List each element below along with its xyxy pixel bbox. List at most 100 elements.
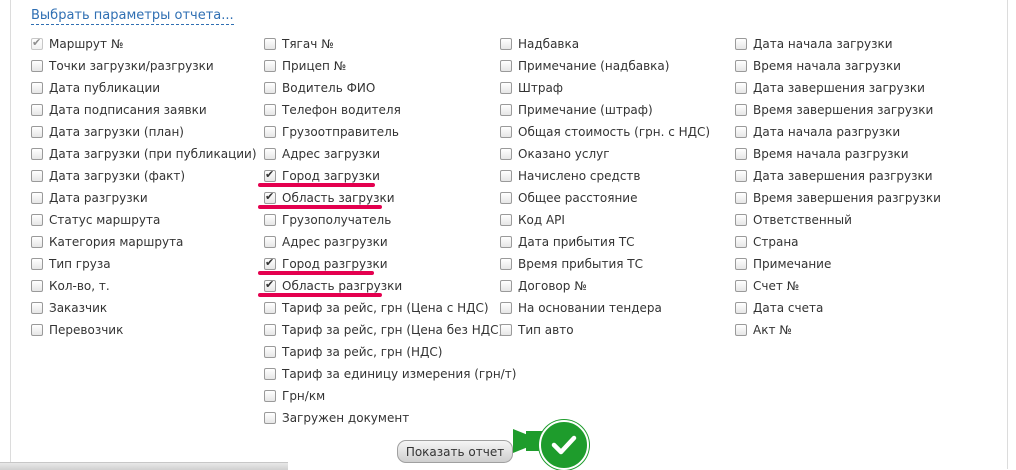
param-checkbox[interactable] <box>31 280 43 292</box>
param-option[interactable]: Грузоотправитель <box>264 121 516 143</box>
param-option[interactable]: Тариф за рейс, грн (НДС) <box>264 341 516 363</box>
param-option[interactable]: Дата завершения загрузки <box>735 77 941 99</box>
param-checkbox[interactable] <box>500 258 512 270</box>
param-option[interactable]: Страна <box>735 231 941 253</box>
param-checkbox[interactable] <box>500 324 512 336</box>
param-option[interactable]: Дата начала загрузки <box>735 33 941 55</box>
param-option[interactable]: Тариф за рейс, грн (Цена без НДС) <box>264 319 516 341</box>
param-checkbox[interactable] <box>735 258 747 270</box>
param-option[interactable]: Дата прибытия ТС <box>500 231 710 253</box>
param-checkbox[interactable] <box>735 126 747 138</box>
param-checkbox[interactable] <box>264 168 276 182</box>
param-option[interactable]: Оказано услуг <box>500 143 710 165</box>
param-option[interactable]: Примечание (штраф) <box>500 99 710 121</box>
param-option[interactable]: Общая стоимость (грн. с НДС) <box>500 121 710 143</box>
param-option[interactable]: Время начала разгрузки <box>735 143 941 165</box>
param-option[interactable]: Тягач № <box>264 33 516 55</box>
param-option[interactable]: Начислено средств <box>500 165 710 187</box>
param-option[interactable]: Загружен документ <box>264 407 516 429</box>
param-option[interactable]: Штраф <box>500 77 710 99</box>
param-checkbox[interactable] <box>264 278 276 292</box>
param-option[interactable]: Примечание (надбавка) <box>500 55 710 77</box>
param-option[interactable]: Точки загрузки/разгрузки <box>31 55 257 77</box>
param-checkbox[interactable] <box>31 258 43 270</box>
param-checkbox[interactable] <box>264 346 276 358</box>
param-checkbox[interactable] <box>500 82 512 94</box>
param-checkbox[interactable] <box>31 82 43 94</box>
param-checkbox[interactable] <box>735 170 747 182</box>
param-checkbox[interactable] <box>31 104 43 116</box>
param-checkbox[interactable] <box>264 82 276 94</box>
param-option[interactable]: Дата начала разгрузки <box>735 121 941 143</box>
param-option[interactable]: Тариф за единицу измерения (грн/т) <box>264 363 516 385</box>
param-option[interactable]: Время прибытия ТС <box>500 253 710 275</box>
param-option[interactable]: Тариф за рейс, грн (Цена с НДС) <box>264 297 516 319</box>
param-checkbox[interactable] <box>31 236 43 248</box>
param-option[interactable]: Дата разгрузки <box>31 187 257 209</box>
param-option[interactable]: Прицеп № <box>264 55 516 77</box>
param-option[interactable]: Примечание <box>735 253 941 275</box>
param-checkbox[interactable] <box>31 324 43 336</box>
param-checkbox[interactable] <box>500 214 512 226</box>
select-report-params-link[interactable]: Выбрать параметры отчета... <box>31 8 234 25</box>
param-option[interactable]: Адрес загрузки <box>264 143 516 165</box>
param-option[interactable]: Дата счета <box>735 297 941 319</box>
param-checkbox[interactable] <box>31 148 43 160</box>
param-checkbox[interactable] <box>31 192 43 204</box>
param-checkbox[interactable] <box>264 126 276 138</box>
param-option[interactable]: Время завершения разгрузки <box>735 187 941 209</box>
param-checkbox[interactable] <box>264 412 276 424</box>
param-checkbox[interactable] <box>500 280 512 292</box>
param-checkbox[interactable] <box>735 82 747 94</box>
param-checkbox[interactable] <box>735 192 747 204</box>
param-option[interactable]: Водитель ФИО <box>264 77 516 99</box>
param-checkbox[interactable] <box>500 104 512 116</box>
param-option[interactable]: Дата загрузки (план) <box>31 121 257 143</box>
param-option[interactable]: Дата завершения разгрузки <box>735 165 941 187</box>
param-option[interactable]: Дата загрузки (при публикации) <box>31 143 257 165</box>
show-report-button[interactable]: Показать отчет <box>397 440 513 463</box>
param-checkbox[interactable] <box>500 126 512 138</box>
param-checkbox[interactable] <box>735 324 747 336</box>
param-checkbox[interactable] <box>500 38 512 50</box>
param-option[interactable]: Общее расстояние <box>500 187 710 209</box>
param-checkbox[interactable] <box>264 148 276 160</box>
param-option[interactable]: Перевозчик <box>31 319 257 341</box>
param-checkbox[interactable] <box>264 104 276 116</box>
param-checkbox[interactable] <box>500 302 512 314</box>
param-option[interactable]: Статус маршрута <box>31 209 257 231</box>
param-checkbox[interactable] <box>31 60 43 72</box>
param-option[interactable]: Договор № <box>500 275 710 297</box>
param-checkbox[interactable] <box>735 280 747 292</box>
param-option[interactable]: Код API <box>500 209 710 231</box>
param-option[interactable]: Акт № <box>735 319 941 341</box>
param-checkbox[interactable] <box>264 190 276 204</box>
param-checkbox[interactable] <box>31 126 43 138</box>
param-checkbox[interactable] <box>735 236 747 248</box>
param-checkbox[interactable] <box>264 368 276 380</box>
param-option[interactable]: Счет № <box>735 275 941 297</box>
param-checkbox[interactable] <box>31 170 43 182</box>
param-checkbox[interactable] <box>735 104 747 116</box>
param-checkbox[interactable] <box>264 390 276 402</box>
param-checkbox[interactable] <box>500 192 512 204</box>
param-option[interactable]: Время завершения загрузки <box>735 99 941 121</box>
param-checkbox[interactable] <box>500 170 512 182</box>
param-checkbox[interactable] <box>31 302 43 314</box>
param-checkbox[interactable] <box>500 148 512 160</box>
param-option[interactable]: Адрес разгрузки <box>264 231 516 253</box>
param-checkbox[interactable] <box>735 214 747 226</box>
param-checkbox[interactable] <box>264 256 276 270</box>
param-checkbox[interactable] <box>264 38 276 50</box>
param-checkbox[interactable] <box>500 236 512 248</box>
param-checkbox[interactable] <box>264 60 276 72</box>
param-option[interactable]: Тип авто <box>500 319 710 341</box>
param-checkbox[interactable] <box>31 214 43 226</box>
param-checkbox[interactable] <box>735 148 747 160</box>
param-checkbox[interactable] <box>264 236 276 248</box>
param-checkbox[interactable] <box>264 214 276 226</box>
param-checkbox[interactable] <box>264 302 276 314</box>
param-checkbox[interactable] <box>500 60 512 72</box>
param-option[interactable]: Дата загрузки (факт) <box>31 165 257 187</box>
param-option[interactable]: Дата подписания заявки <box>31 99 257 121</box>
